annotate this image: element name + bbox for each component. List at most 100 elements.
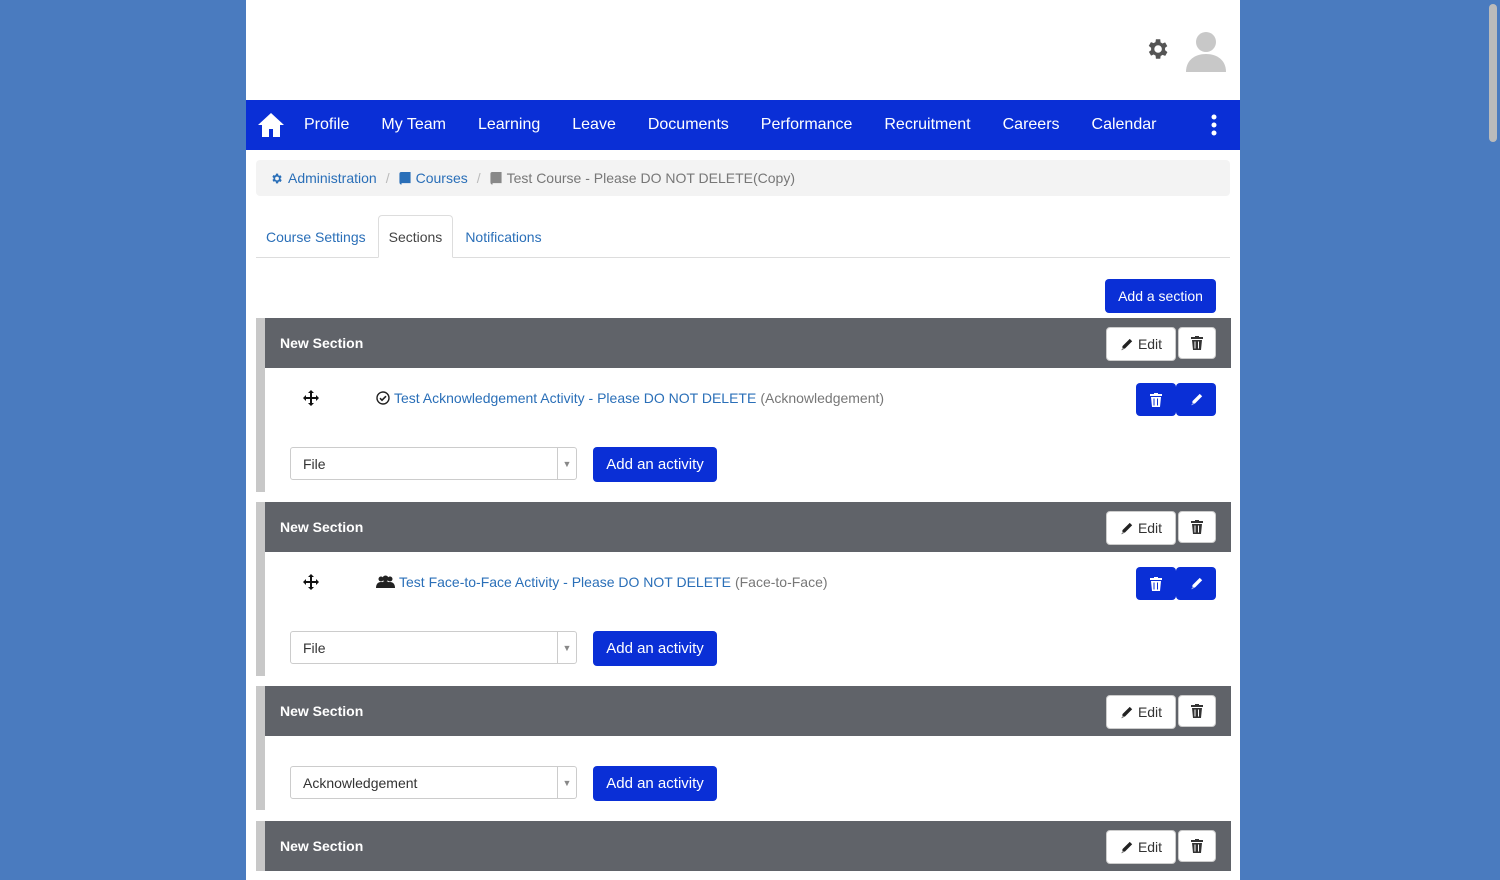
section-title: New Section [280, 838, 364, 854]
trash-icon [1191, 704, 1203, 718]
nav-learning[interactable]: Learning [478, 116, 540, 134]
trash-icon [1191, 520, 1203, 534]
breadcrumb-courses[interactable]: Courses [399, 170, 468, 186]
section-delete-button[interactable] [1178, 327, 1216, 359]
trash-icon [1150, 392, 1162, 407]
move-icon[interactable] [303, 574, 319, 590]
more-vertical-icon[interactable] [1206, 113, 1222, 137]
pencil-icon [1121, 706, 1133, 718]
settings-gear-icon[interactable] [1144, 36, 1170, 62]
add-activity-button[interactable]: Add an activity [593, 631, 717, 666]
section-delete-button[interactable] [1178, 830, 1216, 862]
section-edit-button[interactable]: Edit [1106, 830, 1176, 864]
add-activity-row: File ▼ Add an activity [265, 432, 1231, 492]
section-title: New Section [280, 519, 364, 535]
section-edit-button[interactable]: Edit [1106, 511, 1176, 545]
add-section-button[interactable]: Add a section [1105, 279, 1216, 313]
nav-careers[interactable]: Careers [1003, 116, 1060, 134]
add-activity-row: File ▼ Add an activity [265, 616, 1231, 676]
activity-item: Test Face-to-Face Activity - Please DO N… [376, 574, 828, 590]
section-edit-button[interactable]: Edit [1106, 327, 1176, 361]
nav-my-team[interactable]: My Team [381, 116, 446, 134]
nav-leave[interactable]: Leave [572, 116, 616, 134]
book-icon [490, 171, 502, 185]
cog-icon [272, 173, 282, 183]
breadcrumb-current-label: Test Course - Please DO NOT DELETE(Copy) [506, 170, 796, 186]
tab-course-settings[interactable]: Course Settings [256, 217, 376, 257]
activity-delete-button[interactable] [1136, 383, 1176, 416]
section-title: New Section [280, 335, 364, 351]
activity-type-select-value: File [303, 639, 326, 656]
top-bar [246, 0, 1240, 100]
page-scrollbar[interactable] [1486, 0, 1500, 880]
section-edit-label: Edit [1137, 336, 1163, 352]
activity-delete-button[interactable] [1136, 567, 1176, 600]
activity-edit-button[interactable] [1176, 567, 1216, 600]
activity-type-select[interactable]: Acknowledgement ▼ [290, 766, 577, 799]
chevron-down-icon: ▼ [557, 767, 576, 798]
section-edit-label: Edit [1137, 520, 1163, 536]
pencil-icon [1121, 841, 1133, 853]
section: New Section Edit Test Face-to-Face Activ… [256, 502, 1231, 676]
tab-bar: Course Settings Sections Notifications [256, 215, 1230, 258]
section-body: Test Acknowledgement Activity - Please D… [265, 368, 1231, 492]
section-edit-button[interactable]: Edit [1106, 695, 1176, 729]
user-avatar-icon[interactable] [1184, 28, 1228, 72]
section-delete-button[interactable] [1178, 695, 1216, 727]
add-activity-button[interactable]: Add an activity [593, 766, 717, 801]
main-nav: Profile My Team Learning Leave Documents… [246, 100, 1240, 150]
nav-profile[interactable]: Profile [304, 116, 349, 134]
section-edit-label: Edit [1137, 704, 1163, 720]
trash-icon [1191, 839, 1203, 853]
add-activity-button[interactable]: Add an activity [593, 447, 717, 482]
pencil-icon [1121, 338, 1133, 350]
activity-type-select[interactable]: File ▼ [290, 447, 577, 480]
activity-link[interactable]: Test Acknowledgement Activity - Please D… [394, 390, 756, 406]
section-header: New Section Edit [265, 318, 1231, 368]
activity-type-select-value: Acknowledgement [303, 774, 418, 791]
breadcrumb-separator: / [385, 170, 390, 186]
section-delete-button[interactable] [1178, 511, 1216, 543]
nav-performance[interactable]: Performance [761, 116, 853, 134]
home-icon[interactable] [257, 111, 285, 139]
move-icon[interactable] [303, 390, 319, 406]
breadcrumb: Administration / Courses / Test Course -… [256, 160, 1230, 196]
breadcrumb-administration[interactable]: Administration [270, 170, 377, 186]
activity-type: (Acknowledgement) [760, 390, 885, 406]
section: New Section Edit Acknowledgement ▼ Add a… [256, 686, 1231, 810]
activity-type: (Face-to-Face) [734, 574, 828, 590]
add-activity-row: Acknowledgement ▼ Add an activity [265, 736, 1231, 810]
activity-row: Test Acknowledgement Activity - Please D… [265, 368, 1231, 432]
section: New Section Edit [256, 821, 1231, 871]
section-body: Acknowledgement ▼ Add an activity [265, 736, 1231, 810]
activity-row: Test Face-to-Face Activity - Please DO N… [265, 552, 1231, 616]
nav-recruitment[interactable]: Recruitment [884, 116, 970, 134]
activity-edit-button[interactable] [1176, 383, 1216, 416]
activity-link[interactable]: Test Face-to-Face Activity - Please DO N… [399, 574, 731, 590]
trash-icon [1150, 576, 1162, 591]
chevron-down-icon: ▼ [557, 632, 576, 663]
section-body: Test Face-to-Face Activity - Please DO N… [265, 552, 1231, 676]
pencil-icon [1121, 522, 1133, 534]
check-circle-icon [376, 391, 390, 405]
section-header: New Section Edit [265, 686, 1231, 736]
activity-type-select[interactable]: File ▼ [290, 631, 577, 664]
chevron-down-icon: ▼ [557, 448, 576, 479]
section-edit-label: Edit [1137, 839, 1163, 855]
scrollbar-thumb[interactable] [1489, 4, 1497, 142]
tab-notifications[interactable]: Notifications [455, 217, 551, 257]
book-icon [399, 171, 411, 185]
page-container: Profile My Team Learning Leave Documents… [246, 0, 1240, 880]
pencil-icon [1191, 393, 1202, 406]
tab-sections[interactable]: Sections [377, 215, 454, 258]
section-title: New Section [280, 703, 364, 719]
breadcrumb-administration-label: Administration [288, 170, 377, 186]
breadcrumb-separator: / [476, 170, 481, 186]
trash-icon [1191, 336, 1203, 350]
nav-documents[interactable]: Documents [648, 116, 729, 134]
section-header: New Section Edit [265, 821, 1231, 871]
pencil-icon [1191, 577, 1202, 590]
breadcrumb-courses-label: Courses [415, 170, 468, 186]
activity-type-select-value: File [303, 455, 326, 472]
nav-calendar[interactable]: Calendar [1092, 116, 1157, 134]
